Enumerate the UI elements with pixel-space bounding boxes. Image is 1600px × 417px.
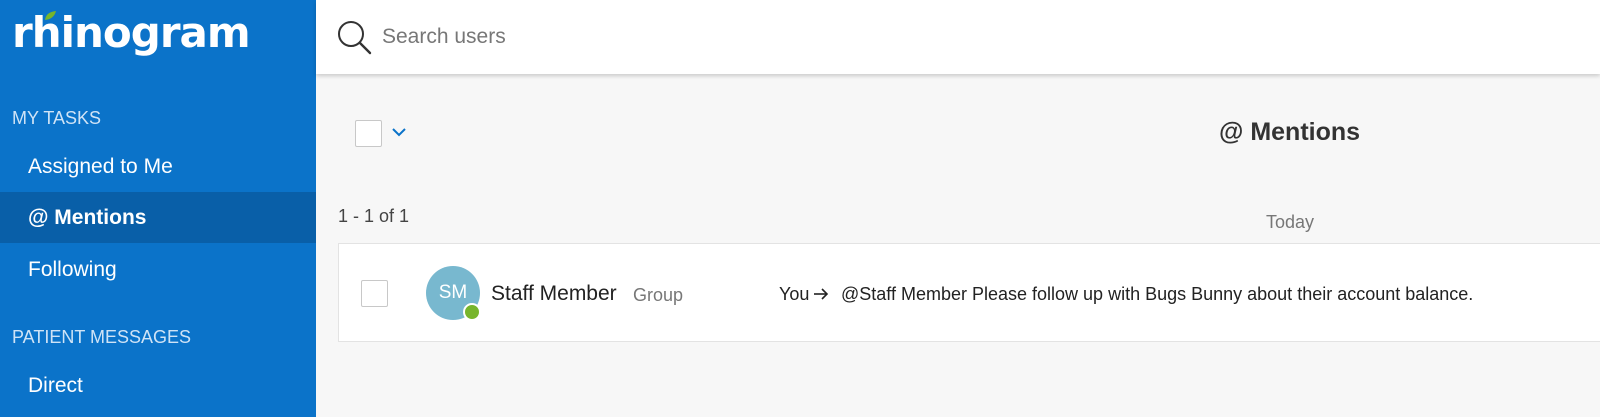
leaf-icon	[45, 11, 56, 20]
online-status-indicator	[463, 303, 481, 321]
sidebar-item-mentions[interactable]: @ Mentions	[0, 192, 316, 243]
sidebar-item-assigned-to-me[interactable]: Assigned to Me	[0, 141, 316, 192]
select-all-checkbox[interactable]	[355, 120, 382, 147]
date-group-header: Today	[1266, 212, 1315, 232]
row-checkbox[interactable]	[361, 280, 388, 307]
search-icon[interactable]	[336, 19, 372, 55]
sidebar-item-following[interactable]: Following	[0, 244, 316, 295]
sender-name: Staff Member	[491, 282, 617, 305]
message-from: You	[779, 284, 810, 304]
page-title: @ Mentions	[1219, 118, 1361, 146]
arrow-right-icon	[814, 288, 829, 300]
sidebar-item-direct[interactable]: Direct	[0, 360, 316, 411]
sidebar: rhinogram MY TASKS Assigned to Me @ Ment…	[0, 0, 316, 417]
section-title-patient-messages: PATIENT MESSAGES	[12, 327, 192, 347]
pagination-count: 1 - 1 of 1	[338, 206, 410, 226]
section-title-my-tasks: MY TASKS	[12, 108, 102, 128]
list-item[interactable]: SM Staff Member Group You @Staff Member …	[338, 243, 1600, 342]
sidebar-item-label: Direct	[28, 373, 83, 397]
chevron-down-icon[interactable]	[391, 126, 407, 138]
sender-type-label: Group	[633, 285, 684, 305]
search-input[interactable]	[382, 18, 982, 56]
sidebar-item-label: @ Mentions	[28, 205, 147, 229]
sidebar-item-label: Following	[28, 257, 117, 281]
message-preview: @Staff Member Please follow up with Bugs…	[841, 284, 1474, 304]
search-bar	[316, 0, 1600, 74]
sidebar-item-label: Assigned to Me	[28, 154, 173, 178]
